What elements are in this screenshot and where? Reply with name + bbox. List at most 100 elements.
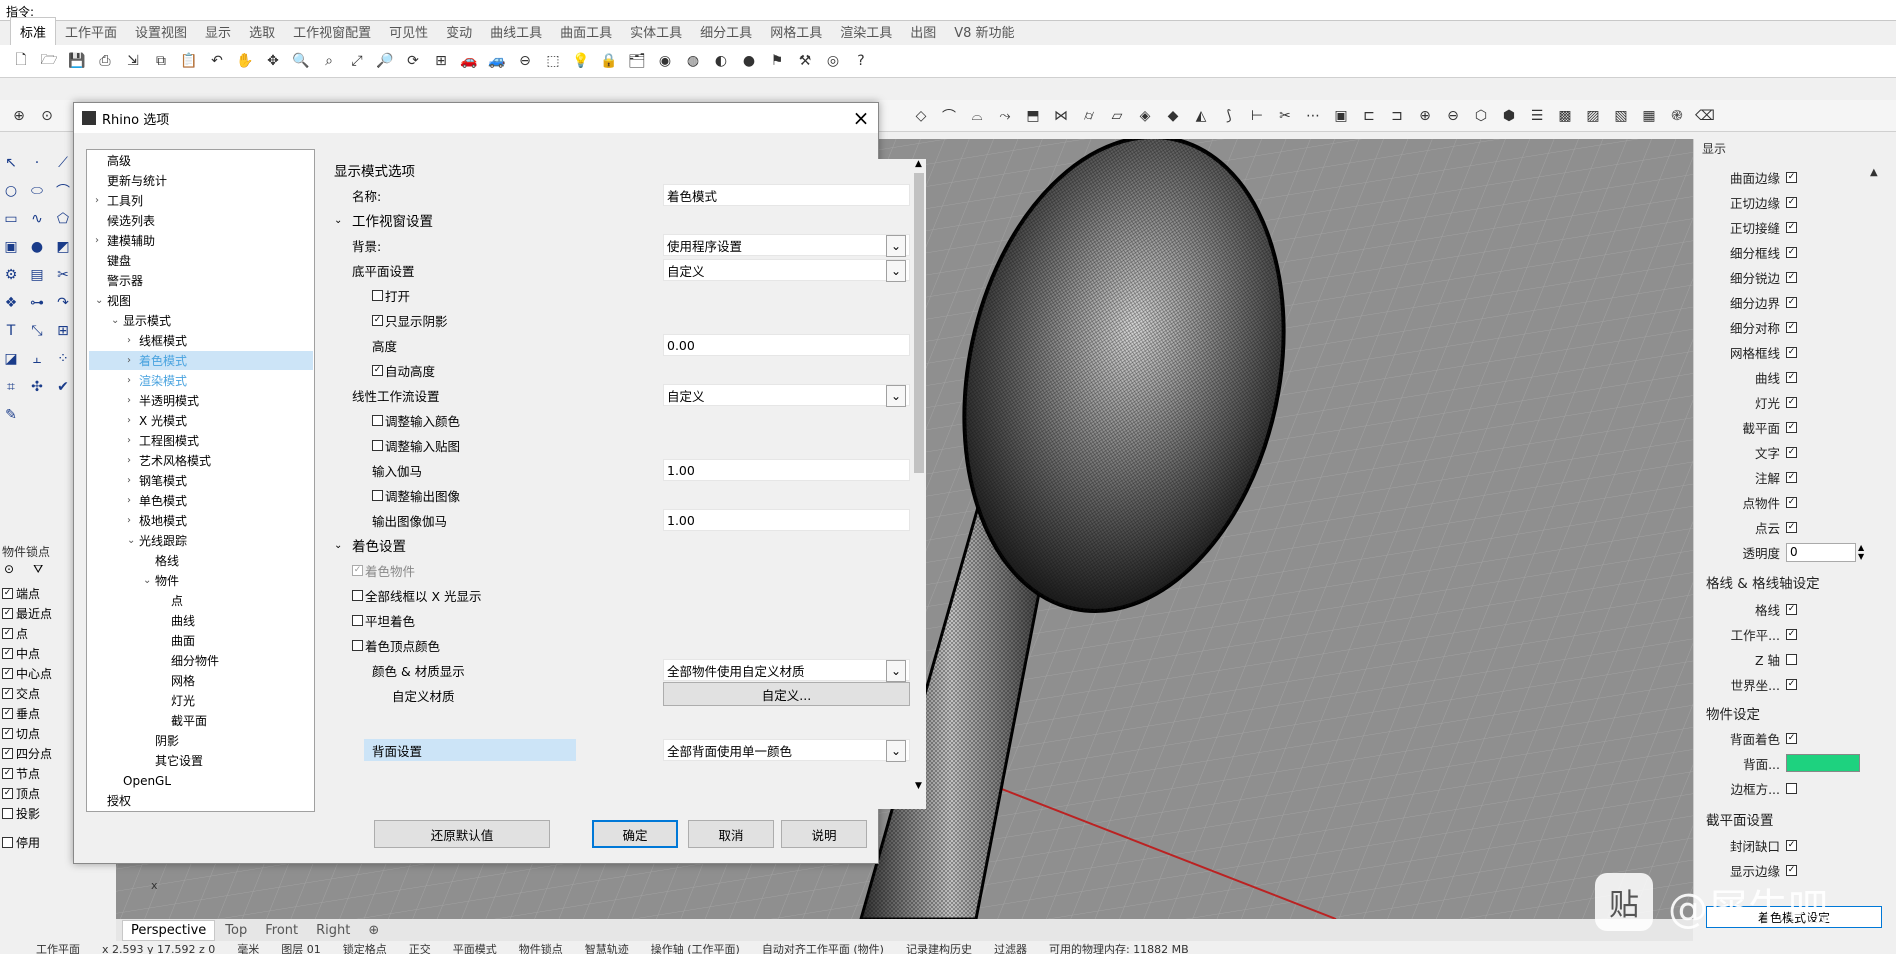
- render-sphere-icon[interactable]: ●: [738, 50, 760, 72]
- tree-item[interactable]: 格线: [89, 551, 313, 570]
- osnap-item[interactable]: ✓ 点: [2, 625, 28, 642]
- render-car-icon[interactable]: 🚙: [486, 50, 508, 72]
- tree-item[interactable]: ⌄ 光线跟踪: [89, 531, 313, 550]
- status-item[interactable]: 自动对齐工作平面 (物件): [762, 943, 884, 954]
- checkbox[interactable]: ✓: [2, 708, 13, 719]
- ground-select[interactable]: 自定义: [663, 259, 910, 282]
- tree-item[interactable]: 灯光: [89, 691, 313, 710]
- expand-icon[interactable]: ›: [127, 355, 139, 366]
- checkbox[interactable]: ✓: [1786, 171, 1797, 183]
- extrude-icon[interactable]: ⬒: [1022, 105, 1044, 127]
- expand-icon[interactable]: ›: [127, 415, 139, 426]
- sweep-icon[interactable]: ⤳: [994, 105, 1016, 127]
- menu-tab[interactable]: 细分工具: [691, 18, 761, 45]
- output-gamma-input[interactable]: 1.00: [663, 509, 910, 531]
- color-material-select[interactable]: 全部物件使用自定义材质: [663, 659, 910, 682]
- checkbox[interactable]: ✓: [1786, 628, 1797, 640]
- tree-item[interactable]: › 极地模式: [89, 511, 313, 530]
- expand-icon[interactable]: ›: [127, 435, 139, 446]
- checkbox[interactable]: [1786, 653, 1797, 665]
- viewport-tab[interactable]: Right: [308, 921, 358, 940]
- tree-item[interactable]: 点: [89, 591, 313, 610]
- checkbox[interactable]: ✓: [2, 768, 13, 779]
- tree-item[interactable]: 细分物件: [89, 651, 313, 670]
- menu-tab[interactable]: 可见性: [380, 18, 437, 45]
- surface-icon[interactable]: ◩: [52, 236, 74, 258]
- cplane-icon[interactable]: ⊖: [514, 50, 536, 72]
- new-file-icon[interactable]: 🗋: [10, 50, 32, 72]
- tree-item[interactable]: › 半透明模式: [89, 391, 313, 410]
- checkbox[interactable]: [2, 808, 13, 819]
- tree-item[interactable]: ⌄ 显示模式: [89, 311, 313, 330]
- auto-height-checkbox[interactable]: ✓: [372, 364, 383, 376]
- loft-icon[interactable]: ⌓: [966, 105, 988, 127]
- grid-icon[interactable]: ▦: [1638, 105, 1660, 127]
- flat-checkbox[interactable]: [352, 614, 363, 626]
- osnap-item[interactable]: ✓ 端点: [2, 585, 40, 602]
- cube-icon[interactable]: ▩: [1554, 105, 1576, 127]
- menu-tab[interactable]: 实体工具: [621, 18, 691, 45]
- bbox-checkbox[interactable]: [1786, 782, 1797, 794]
- join-icon[interactable]: ⊶: [26, 292, 48, 314]
- boolean-icon[interactable]: ⚙: [0, 264, 22, 286]
- open-file-icon[interactable]: 🗁: [38, 50, 60, 72]
- osnap-disable[interactable]: 停用: [2, 834, 40, 851]
- expand-icon[interactable]: ›: [127, 515, 139, 526]
- four-viewports-icon[interactable]: ⊞: [430, 50, 452, 72]
- scroll-down-icon[interactable]: ▼: [915, 781, 922, 791]
- xray-row[interactable]: 全部线框以 X 光显示: [334, 584, 914, 606]
- tree-item[interactable]: › 艺术风格模式: [89, 451, 313, 470]
- curve-tool-icon[interactable]: ⌒: [938, 105, 960, 127]
- status-item[interactable]: 物件锁点: [519, 943, 563, 954]
- tree-item[interactable]: › 单色模式: [89, 491, 313, 510]
- select-arrow-icon[interactable]: ↖: [0, 152, 22, 174]
- checkbox[interactable]: ✓: [1786, 603, 1797, 615]
- checkbox[interactable]: ✓: [1786, 221, 1797, 233]
- adj-output-row[interactable]: 调整输出图像: [334, 484, 914, 506]
- sphere-solid-icon[interactable]: ●: [26, 236, 48, 258]
- tree-item[interactable]: 更新与统计: [89, 171, 313, 190]
- cube-dark-icon[interactable]: ▧: [1610, 105, 1632, 127]
- gumball-icon[interactable]: ✣: [26, 376, 48, 398]
- checkbox[interactable]: ✓: [2, 648, 13, 659]
- checkbox[interactable]: ✓: [1786, 732, 1797, 744]
- scroll-thumb[interactable]: [914, 173, 924, 473]
- osnap-icon[interactable]: ⊕: [8, 105, 30, 127]
- checkbox[interactable]: ✓: [1786, 839, 1797, 851]
- collapse-icon[interactable]: ⌄: [334, 540, 352, 551]
- polygon-icon[interactable]: ⬠: [52, 208, 74, 230]
- scroll-up-icon[interactable]: ▲: [915, 159, 922, 169]
- checkbox[interactable]: ✓: [1786, 246, 1797, 258]
- status-item[interactable]: 图层 01: [281, 943, 321, 954]
- shadow-only-row[interactable]: ✓ 只显示阴影: [334, 309, 914, 331]
- checkbox[interactable]: ✓: [1786, 521, 1797, 533]
- status-item[interactable]: 工作平面: [36, 943, 80, 954]
- save-icon[interactable]: 💾: [66, 50, 88, 72]
- trim-tool-icon[interactable]: ✂: [52, 264, 74, 286]
- spiral-icon[interactable]: ֎: [1666, 105, 1688, 127]
- osnap-item[interactable]: ✓ 交点: [2, 685, 40, 702]
- rectangle-icon[interactable]: ▭: [0, 208, 22, 230]
- plane-icon[interactable]: ▱: [1106, 105, 1128, 127]
- osnap-item[interactable]: ✓ 最近点: [2, 605, 52, 622]
- dimension-tool-icon[interactable]: ⤡: [26, 320, 48, 342]
- zoom-icon[interactable]: 🔍: [290, 50, 312, 72]
- copy-icon[interactable]: ⧉: [150, 50, 172, 72]
- tree-item[interactable]: OpenGL: [89, 771, 313, 790]
- boolean-union-icon[interactable]: ⊕: [1414, 105, 1436, 127]
- car-icon[interactable]: 🚗: [458, 50, 480, 72]
- shadow-only-checkbox[interactable]: ✓: [372, 314, 383, 326]
- osnap-item[interactable]: ✓ 垂点: [2, 705, 40, 722]
- checkbox[interactable]: ✓: [1786, 446, 1797, 458]
- tools-icon[interactable]: ⚒: [794, 50, 816, 72]
- tree-item[interactable]: › 建模辅助: [89, 231, 313, 250]
- boolean-diff-icon[interactable]: ⊖: [1442, 105, 1464, 127]
- ground-on-checkbox[interactable]: [372, 289, 383, 301]
- menu-tab[interactable]: 曲面工具: [551, 18, 621, 45]
- viewport-tab[interactable]: Perspective: [122, 919, 216, 941]
- menu-tab[interactable]: 显示: [196, 18, 240, 45]
- undo-icon[interactable]: ↶: [206, 50, 228, 72]
- menu-tab[interactable]: 渲染工具: [831, 18, 901, 45]
- adj-input-color-row[interactable]: 调整输入颜色: [334, 409, 914, 431]
- box-solid-icon[interactable]: ▣: [0, 236, 22, 258]
